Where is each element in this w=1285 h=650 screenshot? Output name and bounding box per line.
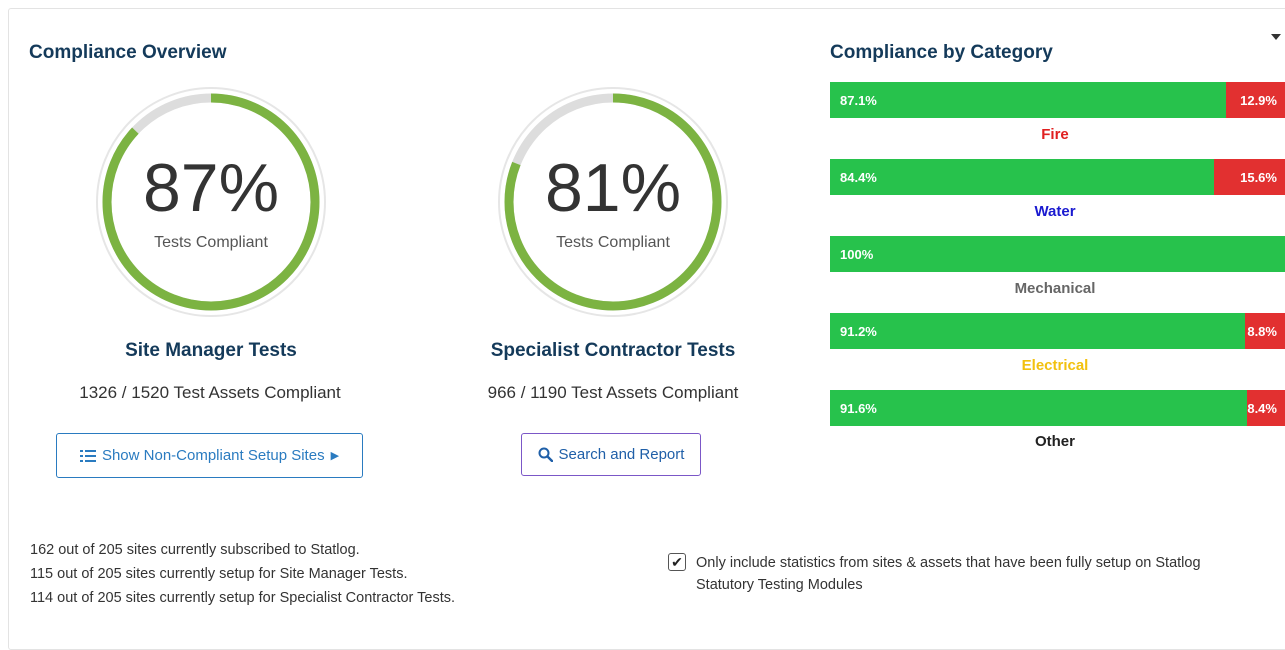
noncompliant-segment: 15.6% bbox=[1214, 159, 1285, 195]
category-bar-fire: 87.1% 12.9% bbox=[830, 82, 1285, 118]
specialist-contractor-gauge: 81% Tests Compliant bbox=[495, 84, 731, 320]
category-heading: Compliance by Category bbox=[830, 42, 1053, 63]
gauge-percent: 87% bbox=[142, 150, 280, 226]
stat-specialist-setup: 114 out of 205 sites currently setup for… bbox=[30, 590, 456, 606]
noncompliant-segment: 8.8% bbox=[1244, 313, 1285, 349]
stat-subscribed: 162 out of 205 sites currently subscribe… bbox=[30, 542, 360, 558]
noncompliant-segment: 12.9% bbox=[1226, 82, 1285, 118]
list-icon bbox=[79, 449, 96, 462]
noncompliant-segment: 8.4% bbox=[1246, 390, 1285, 426]
category-label-fire: Fire bbox=[1041, 126, 1069, 143]
category-bar-other: 91.6% 8.4% bbox=[830, 390, 1285, 426]
search-icon bbox=[538, 447, 553, 462]
show-non-compliant-label: Show Non-Compliant Setup Sites bbox=[101, 447, 325, 464]
gauge-subtitle: Tests Compliant bbox=[556, 234, 670, 251]
specialist-contractor-title: Specialist Contractor Tests bbox=[490, 340, 736, 361]
category-bar-electrical: 91.2% 8.8% bbox=[830, 313, 1285, 349]
category-label-mechanical: Mechanical bbox=[1014, 280, 1096, 297]
category-label-water: Water bbox=[1034, 203, 1076, 220]
compliant-segment: 87.1% bbox=[830, 82, 1227, 118]
compliant-segment: 91.6% bbox=[830, 390, 1247, 426]
site-manager-count: 1326 / 1520 Test Assets Compliant bbox=[79, 383, 341, 402]
site-manager-gauge: 87% Tests Compliant bbox=[93, 84, 329, 320]
search-and-report-button[interactable]: Search and Report bbox=[521, 433, 701, 476]
category-bar-water: 84.4% 15.6% bbox=[830, 159, 1285, 195]
checkmark-icon: ✔ bbox=[671, 553, 683, 570]
caret-right-icon: ▶ bbox=[330, 450, 340, 462]
fully-setup-label: Only include statistics from sites & ass… bbox=[696, 555, 1201, 593]
site-manager-title: Site Manager Tests bbox=[125, 340, 297, 361]
gauge-subtitle: Tests Compliant bbox=[154, 234, 268, 251]
category-label-other: Other bbox=[1034, 433, 1075, 450]
specialist-contractor-count: 966 / 1190 Test Assets Compliant bbox=[487, 383, 739, 402]
category-label-electrical: Electrical bbox=[1021, 357, 1089, 374]
category-bar-mechanical: 100% bbox=[830, 236, 1285, 272]
overview-heading: Compliance Overview bbox=[29, 42, 227, 63]
compliant-segment: 84.4% bbox=[830, 159, 1215, 195]
collapse-caret-icon[interactable] bbox=[1271, 34, 1281, 40]
show-non-compliant-button[interactable]: Show Non-Compliant Setup Sites ▶ bbox=[56, 433, 363, 478]
fully-setup-filter[interactable]: ✔ Only include statistics from sites & a… bbox=[668, 552, 1256, 596]
compliant-segment: 91.2% bbox=[830, 313, 1245, 349]
compliant-segment: 100% bbox=[830, 236, 1285, 272]
gauge-percent: 81% bbox=[544, 150, 682, 226]
search-and-report-label: Search and Report bbox=[558, 446, 685, 463]
stat-site-manager-setup: 115 out of 205 sites currently setup for… bbox=[30, 566, 408, 582]
fully-setup-checkbox[interactable]: ✔ bbox=[668, 553, 686, 571]
